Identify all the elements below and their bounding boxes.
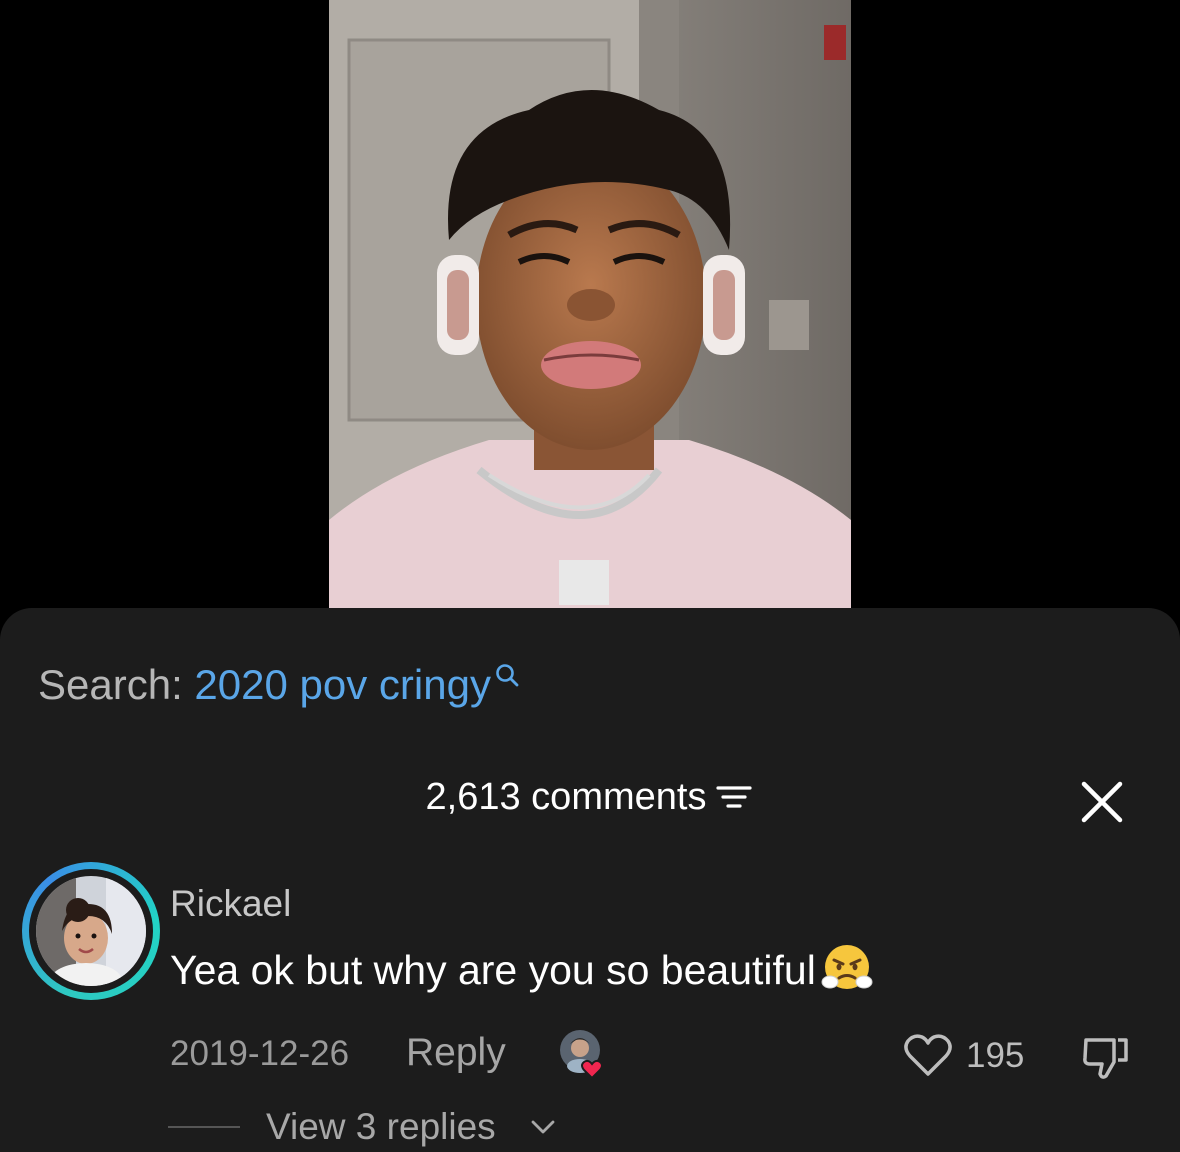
replies-divider — [168, 1126, 240, 1128]
video-player[interactable] — [329, 0, 851, 609]
search-suggestion[interactable]: Search: 2020 pov cringy — [38, 660, 520, 710]
filter-icon[interactable] — [714, 780, 754, 814]
search-query-link[interactable]: 2020 pov cringy — [194, 661, 491, 708]
comment-body: Yea ok but why are you so beautiful — [170, 940, 874, 998]
thumbs-down-icon[interactable] — [1080, 1032, 1132, 1082]
chevron-down-icon[interactable] — [530, 1118, 556, 1136]
search-icon[interactable] — [494, 662, 520, 688]
like-count: 195 — [966, 1036, 1025, 1075]
reply-button[interactable]: Reply — [406, 1030, 506, 1076]
comment-username[interactable]: Rickael — [170, 882, 291, 926]
angry-face-emoji-icon — [821, 945, 873, 989]
comments-sheet: Search: 2020 pov cringy 2,613 comments R… — [0, 608, 1180, 1152]
creator-liked-icon — [560, 1030, 603, 1080]
comments-header: 2,613 comments — [0, 772, 1180, 822]
view-replies-label[interactable]: View 3 replies — [266, 1104, 496, 1150]
tiktok-comments-screen: Search: 2020 pov cringy 2,613 comments R… — [0, 0, 1180, 1152]
comment-actions: 2019-12-26 Reply 195 — [170, 1026, 1150, 1080]
comment-text: Yea ok but why are you so beautiful — [170, 947, 816, 993]
comments-count: 2,613 comments — [425, 776, 707, 818]
avatar-photo — [36, 876, 146, 986]
commenter-avatar[interactable] — [22, 862, 160, 1000]
search-prefix-label: Search: — [38, 661, 195, 708]
close-icon[interactable] — [1076, 776, 1128, 828]
comment-date: 2019-12-26 — [170, 1034, 350, 1073]
video-frame-image — [329, 0, 851, 609]
heart-icon[interactable] — [902, 1032, 954, 1078]
view-replies[interactable]: View 3 replies — [168, 1100, 768, 1152]
